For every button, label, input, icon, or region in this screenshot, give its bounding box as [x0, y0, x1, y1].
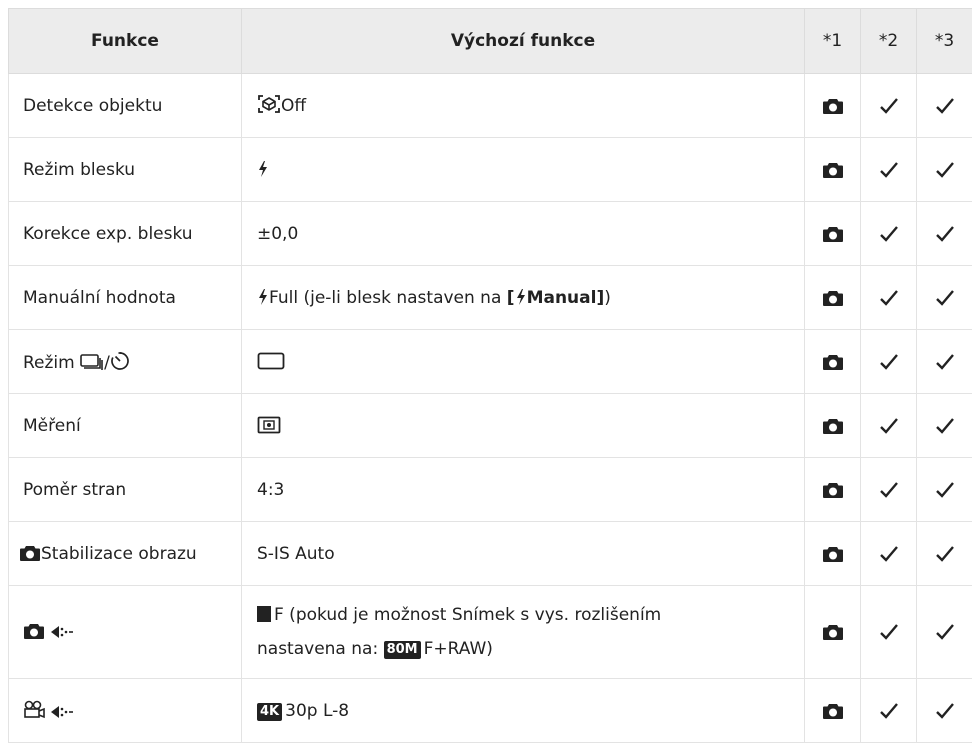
default-line2-post: F+RAW): [424, 639, 493, 659]
header-default: Výchozí funkce: [242, 9, 805, 74]
camera-icon: [822, 161, 844, 179]
cell-function: Manuální hodnota: [9, 266, 242, 330]
cell-function: [9, 586, 242, 679]
table-row: Detekce objektu Off: [9, 74, 972, 138]
table-row: Stabilizace obrazu S-IS Auto: [9, 522, 972, 586]
default-line2: nastavena na:: [257, 639, 384, 659]
cell-default: ±0,0: [242, 202, 805, 266]
cell-function: [9, 679, 242, 743]
cell-function: Stabilizace obrazu: [9, 522, 242, 586]
table-row: Manuální hodnota Full (je-li blesk nasta…: [9, 266, 972, 330]
single-frame-icon: [257, 352, 285, 370]
checkmark-icon: [879, 96, 899, 116]
table-row: Korekce exp. blesku ±0,0: [9, 202, 972, 266]
table-row: Měření: [9, 394, 972, 458]
checkmark-icon: [935, 96, 955, 116]
camera-icon: [822, 289, 844, 307]
header-row: Funkce Výchozí funkce *1 *2 *3: [9, 9, 972, 74]
checkmark-icon: [935, 224, 955, 244]
cell-default: Full (je-li blesk nastaven na [ Manual]): [242, 266, 805, 330]
checkmark-icon: [935, 622, 955, 642]
checkmark-icon: [879, 224, 899, 244]
cell-default: S-IS Auto: [242, 522, 805, 586]
self-timer-icon: [110, 351, 130, 371]
cell-function: Režim /: [9, 330, 242, 394]
flash-icon: [515, 288, 527, 306]
camera-icon: [822, 481, 844, 499]
default-line1: F (pokud je možnost Snímek s vys. rozliš…: [274, 605, 661, 625]
checkmark-icon: [879, 288, 899, 308]
high-res-badge: 80M: [384, 641, 421, 659]
defaults-table: Funkce Výchozí funkce *1 *2 *3 Detekce o…: [8, 8, 972, 743]
table-row: Režim /: [9, 330, 972, 394]
checkmark-icon: [879, 701, 899, 721]
camera-icon: [822, 702, 844, 720]
checkmark-icon: [935, 480, 955, 500]
header-col2: *2: [861, 9, 917, 74]
camera-icon: [822, 417, 844, 435]
camera-icon: [822, 97, 844, 115]
checkmark-icon: [935, 288, 955, 308]
flash-icon: [257, 160, 269, 178]
checkmark-icon: [879, 622, 899, 642]
checkmark-icon: [879, 544, 899, 564]
cell-default: [242, 394, 805, 458]
cell-function: Korekce exp. blesku: [9, 202, 242, 266]
camera-icon: [822, 623, 844, 641]
cell-function: Poměr stran: [9, 458, 242, 522]
function-label: Režim: [23, 353, 80, 373]
camera-icon: [822, 545, 844, 563]
default-bold-text: Manual]: [527, 288, 605, 308]
default-value: 30p L-8: [285, 701, 349, 721]
cell-default: 4:3: [242, 458, 805, 522]
metering-icon: [257, 416, 281, 434]
table-row: Poměr stran 4:3: [9, 458, 972, 522]
image-quality-icon: [50, 624, 74, 640]
checkmark-icon: [935, 544, 955, 564]
table-row: 4K30p L-8: [9, 679, 972, 743]
checkmark-icon: [935, 352, 955, 372]
cell-default: [242, 138, 805, 202]
function-label: Stabilizace obrazu: [41, 544, 197, 564]
cell-default: F (pokud je možnost Snímek s vys. rozliš…: [242, 586, 805, 679]
subject-detection-icon: [257, 94, 281, 114]
default-value-post: ): [604, 288, 611, 308]
movie-icon: [23, 700, 45, 720]
checkmark-icon: [935, 701, 955, 721]
image-quality-icon: [50, 704, 74, 720]
sequential-shooting-icon: [80, 353, 104, 371]
checkmark-icon: [879, 480, 899, 500]
camera-icon: [822, 353, 844, 371]
camera-icon: [822, 225, 844, 243]
default-value: Full (je-li blesk nastaven na: [269, 288, 507, 308]
size-large-icon: [257, 606, 271, 622]
cell-default: 4K30p L-8: [242, 679, 805, 743]
camera-icon: [23, 622, 45, 640]
table-row: F (pokud je možnost Snímek s vys. rozliš…: [9, 586, 972, 679]
default-bold-open: [: [507, 288, 515, 308]
checkmark-icon: [879, 352, 899, 372]
cell-default: [242, 330, 805, 394]
header-col1: *1: [805, 9, 861, 74]
checkmark-icon: [935, 160, 955, 180]
checkmark-icon: [879, 416, 899, 436]
header-function: Funkce: [9, 9, 242, 74]
table-row: Režim blesku: [9, 138, 972, 202]
cell-default: Off: [242, 74, 805, 138]
camera-icon: [19, 544, 41, 562]
header-col3: *3: [917, 9, 972, 74]
cell-function: Měření: [9, 394, 242, 458]
resolution-badge: 4K: [257, 703, 282, 721]
cell-function: Detekce objektu: [9, 74, 242, 138]
cell-function: Režim blesku: [9, 138, 242, 202]
flash-icon: [257, 288, 269, 306]
checkmark-icon: [935, 416, 955, 436]
checkmark-icon: [879, 160, 899, 180]
default-value: Off: [281, 96, 306, 116]
